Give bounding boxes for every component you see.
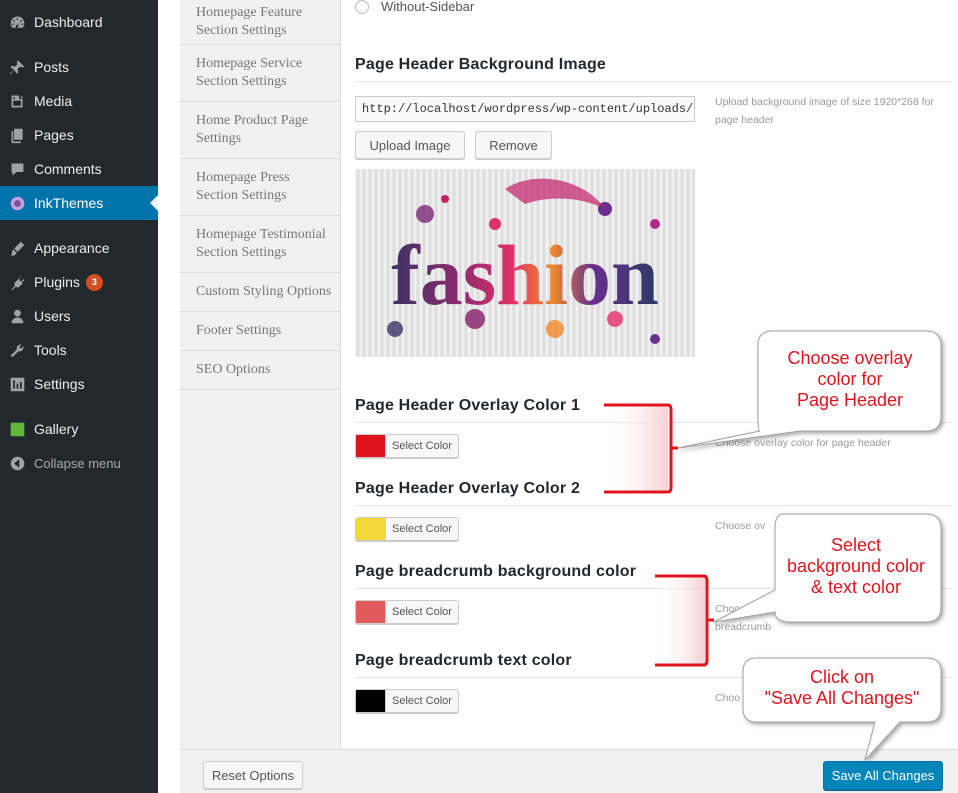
sidebar-item-users[interactable]: Users — [0, 299, 158, 333]
color-swatch — [356, 601, 386, 623]
optnav-label: Home Product Page Settings — [196, 113, 308, 146]
collapse-menu-button[interactable]: Collapse menu — [0, 446, 158, 480]
breadcrumb-bg-description-line1: Choose ba — [715, 603, 766, 615]
sidebar-item-label: Posts — [34, 59, 70, 75]
sidebar-item-media[interactable]: Media — [0, 84, 158, 118]
divider — [355, 422, 952, 423]
optnav-item-feature[interactable]: Homepage Feature Section Settings — [180, 0, 341, 45]
header-bg-preview-image: fashion — [355, 169, 695, 357]
admin-sidebar: Dashboard Posts Media Pages Comments Ink… — [0, 0, 158, 793]
options-panel: Without-Sidebar Page Header Background I… — [341, 0, 958, 749]
options-footer-bar: Reset Options Save All Changes — [180, 749, 958, 793]
plugin-icon — [7, 272, 27, 292]
breadcrumb-text-description: Choo — [715, 692, 741, 704]
select-color-label: Select Color — [392, 606, 452, 618]
collapse-icon — [7, 453, 27, 473]
sidebar-item-label: Plugins — [34, 274, 80, 290]
section-title-breadcrumb-bg: Page breadcrumb background color — [355, 563, 637, 580]
sidebar-item-tools[interactable]: Tools — [0, 333, 158, 367]
sidebar-item-label: InkThemes — [34, 195, 104, 211]
breadcrumb-bg-description-line2: breadcrumb — [715, 621, 772, 633]
header-bg-url-input[interactable]: http://localhost/wordpress/wp-content/up… — [355, 96, 695, 122]
sidebar-item-label: Appearance — [34, 240, 110, 256]
optnav-item-press[interactable]: Homepage Press Section Settings — [180, 159, 341, 216]
radio-label: Without-Sidebar — [381, 0, 475, 14]
section-title-overlay-1: Page Header Overlay Color 1 — [355, 397, 581, 414]
theme-options-nav: Homepage Feature Section Settings Homepa… — [180, 0, 341, 749]
reset-options-button[interactable]: Reset Options — [203, 761, 303, 789]
optnav-label: Custom Styling Options — [196, 284, 332, 299]
overlay-color-1-picker[interactable]: Select Color — [355, 434, 459, 458]
optnav-label: Footer Settings — [196, 323, 282, 338]
optnav-label: Homepage Testimonial Section Settings — [196, 227, 326, 260]
optnav-item-custom-styling[interactable]: Custom Styling Options — [180, 273, 341, 312]
select-color-label: Select Color — [392, 695, 452, 707]
update-count-badge: 3 — [85, 273, 103, 291]
color-swatch — [356, 690, 386, 712]
dashboard-icon — [7, 12, 27, 32]
sidebar-item-label: Dashboard — [34, 14, 103, 30]
inkthemes-icon — [7, 193, 27, 213]
sidebar-item-label: Users — [34, 308, 71, 324]
color-swatch — [356, 518, 386, 540]
save-all-changes-button[interactable]: Save All Changes — [823, 761, 943, 790]
optnav-item-testimonial[interactable]: Homepage Testimonial Section Settings — [180, 216, 341, 273]
sidebar-item-inkthemes[interactable]: InkThemes — [0, 186, 158, 220]
divider — [355, 588, 952, 589]
pin-icon — [7, 57, 27, 77]
pages-icon — [7, 125, 27, 145]
brush-icon — [7, 238, 27, 258]
select-color-label: Select Color — [392, 523, 452, 535]
sidebar-item-appearance[interactable]: Appearance — [0, 231, 158, 265]
breadcrumb-text-color-picker[interactable]: Select Color — [355, 689, 459, 713]
sidebar-item-label: Pages — [34, 127, 74, 143]
settings-icon — [7, 374, 27, 394]
section-title-overlay-2: Page Header Overlay Color 2 — [355, 480, 581, 497]
sidebar-item-label: Media — [34, 93, 73, 109]
sidebar-item-pages[interactable]: Pages — [0, 118, 158, 152]
overlay-2-description: Choose ov — [715, 520, 766, 532]
sidebar-item-settings[interactable]: Settings — [0, 367, 158, 401]
divider — [355, 505, 952, 506]
overlay-color-2-picker[interactable]: Select Color — [355, 517, 459, 541]
sidebar-item-comments[interactable]: Comments — [0, 152, 158, 186]
preview-text: fashion — [391, 227, 659, 323]
wrench-icon — [7, 340, 27, 360]
upload-image-button[interactable]: Upload Image — [355, 131, 465, 159]
optnav-label: Homepage Feature Section Settings — [196, 5, 303, 38]
sidebar-item-label: Gallery — [34, 421, 79, 437]
optnav-item-footer[interactable]: Footer Settings — [180, 312, 341, 351]
sidebar-item-label: Settings — [34, 376, 85, 392]
media-icon — [7, 91, 27, 111]
breadcrumb-bg-color-picker[interactable]: Select Color — [355, 600, 459, 624]
header-bg-description: Upload background image of size 1920*268… — [715, 96, 934, 126]
sidebar-item-plugins[interactable]: Plugins 3 — [0, 265, 158, 299]
overlay-1-description: Choose overlay color for page header — [715, 437, 891, 449]
gallery-icon — [7, 419, 27, 439]
section-title-breadcrumb-text: Page breadcrumb text color — [355, 652, 572, 669]
collapse-menu-label: Collapse menu — [34, 455, 121, 471]
user-icon — [7, 306, 27, 326]
select-color-label: Select Color — [392, 440, 452, 452]
sidebar-item-label: Tools — [34, 342, 67, 358]
layout-option-without-sidebar[interactable]: Without-Sidebar — [355, 0, 474, 14]
optnav-label: SEO Options — [196, 362, 271, 377]
color-swatch — [356, 435, 386, 457]
optnav-item-product[interactable]: Home Product Page Settings — [180, 102, 341, 159]
sidebar-item-gallery[interactable]: Gallery — [0, 412, 158, 446]
section-title-header-bg: Page Header Background Image — [355, 56, 607, 73]
optnav-item-service[interactable]: Homepage Service Section Settings — [180, 45, 341, 102]
sidebar-item-dashboard[interactable]: Dashboard — [0, 5, 158, 39]
sidebar-item-posts[interactable]: Posts — [0, 50, 158, 84]
divider — [355, 81, 952, 82]
optnav-label: Homepage Service Section Settings — [196, 56, 303, 89]
optnav-label: Homepage Press Section Settings — [196, 170, 290, 203]
radio-button[interactable] — [355, 0, 369, 14]
comment-icon — [7, 159, 27, 179]
remove-image-button[interactable]: Remove — [475, 131, 552, 159]
sidebar-item-label: Comments — [34, 161, 102, 177]
divider — [355, 677, 952, 678]
optnav-item-seo[interactable]: SEO Options — [180, 351, 341, 390]
